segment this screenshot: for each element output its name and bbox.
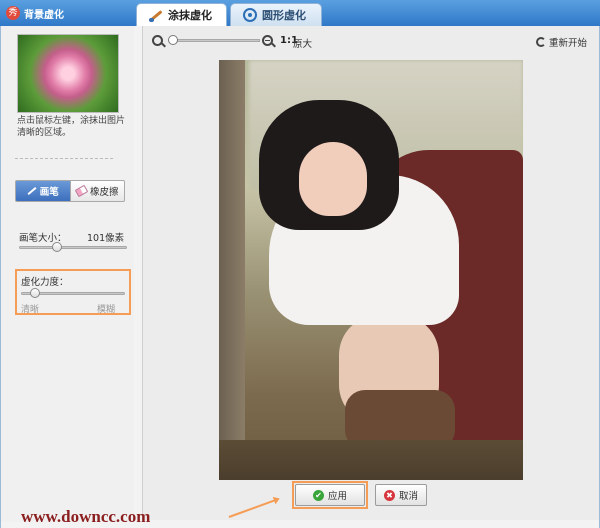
tab-circle-blur[interactable]: 圆形虚化 (230, 3, 322, 26)
photo-ground (219, 440, 523, 480)
eraser-tool-label: 橡皮擦 (89, 187, 119, 198)
hint-text: 点击鼠标左键，涂抹出图片清晰的区域。 (17, 116, 126, 138)
close-icon: ✖ (383, 489, 395, 501)
photo-tree (219, 60, 245, 480)
restart-button[interactable]: 重新开始 (535, 35, 587, 49)
tab-label: 圆形虚化 (262, 9, 306, 22)
divider (15, 158, 113, 159)
circle-target-icon (243, 8, 257, 22)
app-logo-icon: 秀 (6, 6, 20, 20)
blur-min-label: 清晰 (21, 305, 40, 315)
brush-tool-label: 画笔 (39, 187, 59, 198)
original-size-button[interactable]: 原大 (293, 36, 312, 50)
brush-size-slider[interactable] (19, 246, 127, 249)
apply-label: 应用 (327, 491, 347, 502)
photo-face (299, 142, 367, 216)
title-bar: 秀 背景虚化 涂抹虚化 圆形虚化 (0, 0, 600, 26)
apply-button[interactable]: ✔ 应用 (295, 484, 365, 506)
blur-max-label: 模糊 (97, 305, 116, 315)
brush-size-slider-handle[interactable] (52, 242, 62, 252)
check-icon: ✔ (312, 489, 324, 501)
eraser-tool-button[interactable]: 橡皮擦 (70, 180, 125, 202)
brush-size-value: 101像素 (87, 233, 125, 244)
brush-tool-button[interactable]: 画笔 (15, 180, 71, 202)
blur-strength-slider-handle[interactable] (30, 288, 40, 298)
photo-canvas[interactable] (219, 60, 523, 480)
watermark: www.downcc.com (21, 507, 151, 526)
brush-icon (27, 186, 37, 196)
brush-icon (149, 8, 163, 22)
main-canvas-area: 1:1 原大 重新开始 ✔ 应用 ✖ 取消 (142, 26, 599, 520)
tool-toggle: 画笔 橡皮擦 (15, 180, 125, 202)
eraser-icon (74, 184, 89, 198)
tab-label: 涂抹虚化 (168, 9, 212, 22)
app-title: 背景虚化 (24, 10, 64, 21)
cancel-button[interactable]: ✖ 取消 (375, 484, 427, 506)
zoom-out-icon[interactable] (152, 35, 163, 46)
editor-window: 点击鼠标左键，涂抹出图片清晰的区域。 画笔 橡皮擦 画笔大小： 101像素 虚化… (0, 26, 600, 528)
zoom-slider-handle[interactable] (168, 35, 178, 45)
zoom-in-icon[interactable] (262, 35, 273, 46)
tab-smear-blur[interactable]: 涂抹虚化 (136, 3, 227, 26)
sidebar: 点击鼠标左键，涂抹出图片清晰的区域。 画笔 橡皮擦 画笔大小： 101像素 虚化… (1, 26, 134, 522)
restart-label: 重新开始 (548, 38, 587, 49)
cancel-label: 取消 (398, 491, 418, 502)
zoom-slider[interactable] (170, 39, 260, 42)
preview-thumbnail (17, 34, 119, 113)
undo-icon (535, 37, 546, 47)
blur-strength-label: 虚化力度： (21, 277, 69, 288)
